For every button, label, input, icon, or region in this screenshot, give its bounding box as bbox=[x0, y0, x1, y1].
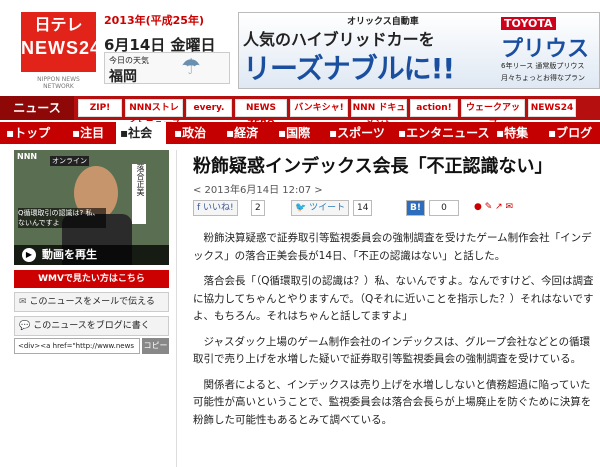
logo-text-1: 日テレ bbox=[34, 17, 83, 34]
channel-nnn-document[interactable]: NNN ドキュメント bbox=[351, 99, 407, 129]
video-side-caption: 落合正美 bbox=[132, 164, 146, 224]
play-video-label: 動画を再生 bbox=[42, 248, 97, 261]
share-icons[interactable]: ● ✎ ↗ ✉ bbox=[471, 200, 516, 216]
tab-blog[interactable]: ▪ブログ bbox=[544, 122, 600, 144]
category-nav: ▪トップ ▪注目 ▪社会 ▪政治 ▪経済 ▪国際 ▪スポーツ ▪エンタニュース … bbox=[0, 122, 600, 144]
channel-straight-news[interactable]: NNNストレイトニュース bbox=[125, 99, 183, 129]
tab-seiji[interactable]: ▪政治 bbox=[170, 122, 218, 144]
date-weather-box: 2013年(平成25年) 6月14日 金曜日 今日の天気 福岡 ☂ bbox=[104, 12, 232, 86]
video-overlay-title: オンライン bbox=[50, 156, 89, 166]
article-paragraph: 落合会長「（Q循環取引の認識は？）私、ないんですよ。なんですけど、今回は調査に協… bbox=[193, 275, 594, 322]
facebook-like-button[interactable]: f いいね! bbox=[193, 200, 238, 216]
tab-chumoku[interactable]: ▪注目 bbox=[68, 122, 116, 144]
ntv-news24-logo[interactable]: 日テレ NEWS24 bbox=[21, 12, 102, 72]
ad-fine: 月々ちょっとお得なプラン bbox=[501, 74, 585, 82]
hatena-count: 0 bbox=[429, 200, 459, 216]
play-video-button[interactable]: ▶ 動画を再生 bbox=[14, 245, 169, 265]
share-blog-label: このニュースをブログに書く bbox=[33, 321, 150, 331]
tab-tokushu[interactable]: ▪特集 bbox=[492, 122, 544, 144]
article-body: 粉飾決算疑惑で証券取引等監視委員会の強制調査を受けたゲーム制作会社「インデックス… bbox=[193, 230, 598, 437]
tab-seiji-label: 政治 bbox=[182, 126, 207, 140]
nnn-logo: NNN bbox=[17, 152, 38, 161]
weather-label: 今日の天気 bbox=[109, 56, 149, 65]
article-title: 粉飾疑惑インデックス会長「不正認識ない」 bbox=[193, 156, 553, 177]
weather-widget[interactable]: 今日の天気 福岡 ☂ bbox=[104, 52, 230, 85]
copy-button[interactable]: コピー bbox=[142, 338, 169, 354]
year-text: 2013年(平成25年) bbox=[104, 14, 204, 27]
facebook-icon: f bbox=[197, 203, 201, 213]
mail-icon: ✉ bbox=[19, 297, 27, 307]
share-mail-link[interactable]: ✉ このニュースをメールで伝える bbox=[14, 292, 169, 312]
tab-tokushu-label: 特集 bbox=[504, 126, 529, 140]
weather-city: 福岡 bbox=[109, 69, 137, 85]
ad-line2: リーズナブルに!! bbox=[243, 52, 455, 85]
speech-bubble-icon: 💬 bbox=[19, 321, 31, 331]
logo-subtitle: NIPPON NEWS NETWORK bbox=[37, 76, 80, 90]
tab-top-label: トップ bbox=[14, 126, 51, 140]
social-buttons: f いいね! 2 🐦 ツイート 14 B! 0 ● ✎ ↗ ✉ bbox=[193, 200, 598, 220]
like-label: いいね! bbox=[203, 203, 234, 213]
share-blog-link[interactable]: 💬 このニュースをブログに書く bbox=[14, 316, 169, 336]
tab-kokusai[interactable]: ▪国際 bbox=[274, 122, 322, 144]
tab-entertainment-label: エンタニュース bbox=[406, 126, 490, 140]
news-label[interactable]: ニュース bbox=[0, 96, 74, 120]
share-mail-label: このニュースをメールで伝える bbox=[29, 297, 155, 307]
ad-brand: TOYOTA bbox=[501, 17, 556, 30]
tab-top[interactable]: ▪トップ bbox=[0, 122, 62, 144]
column-divider bbox=[176, 150, 177, 467]
tab-chumoku-label: 注目 bbox=[80, 126, 105, 140]
cloud-rain-icon: ☂ bbox=[181, 55, 201, 80]
tab-shakai[interactable]: ▪社会 bbox=[116, 122, 166, 144]
twitter-icon: 🐦 bbox=[295, 203, 307, 213]
article-paragraph: 粉飾決算疑惑で証券取引等監視委員会の強制調査を受けたゲーム制作会社「インデックス… bbox=[193, 232, 592, 262]
program-nav: ニュース ZIP! NNNストレイトニュース every. NEWS ZERO … bbox=[0, 96, 600, 129]
tab-blog-label: ブログ bbox=[556, 126, 593, 140]
article-paragraph: 関係者によると、インデックスは売り上げを水増ししないと債務超過に陥っていた可能性… bbox=[193, 378, 592, 426]
channel-bankisha[interactable]: バンキシャ! bbox=[290, 99, 348, 117]
channel-news24[interactable]: NEWS24 bbox=[528, 99, 576, 117]
site-header: 日テレ NEWS24 NIPPON NEWS NETWORK 2013年(平成2… bbox=[0, 0, 600, 95]
tab-keizai[interactable]: ▪経済 bbox=[222, 122, 270, 144]
banner-ad[interactable]: オリックス自動車 人気のハイブリッドカーを リーズナブルに!! TOYOTA プ… bbox=[238, 12, 600, 89]
video-player[interactable]: NNN オンライン 落合正美 Q循環取引の認識は? 私、ないんですよ ▶ 動画を再… bbox=[14, 150, 169, 265]
channel-action[interactable]: action! bbox=[410, 99, 458, 117]
ad-note: 6年リース 通常版プリウス bbox=[501, 62, 585, 70]
article-paragraph: ジャスダック上場のゲーム制作会社のインデックスは、グループ会社などとの循環取引で… bbox=[193, 335, 591, 366]
tab-entertainment[interactable]: ▪エンタニュース bbox=[394, 122, 492, 144]
tweet-count: 14 bbox=[353, 200, 373, 216]
wmv-link[interactable]: WMVで見たい方はこちら bbox=[14, 270, 169, 288]
article: 粉飾疑惑インデックス会長「不正認識ない」 < 2013年6月14日 12:07 … bbox=[183, 150, 600, 467]
tab-keizai-label: 経済 bbox=[234, 126, 259, 140]
channel-zip[interactable]: ZIP! bbox=[78, 99, 122, 117]
tab-sports-label: スポーツ bbox=[337, 126, 385, 140]
tab-sports[interactable]: ▪スポーツ bbox=[325, 122, 391, 144]
article-datetime: < 2013年6月14日 12:07 > bbox=[193, 185, 323, 196]
like-count: 2 bbox=[251, 200, 265, 216]
channel-news-zero[interactable]: NEWS ZERO bbox=[235, 99, 287, 129]
embed-code-field[interactable]: <div><a href="http://www.news bbox=[14, 338, 140, 354]
video-caption: Q循環取引の認識は? 私、ないんですよ bbox=[18, 208, 106, 228]
tweet-label: ツイート bbox=[309, 203, 346, 213]
left-column: NNN オンライン 落合正美 Q循環取引の認識は? 私、ないんですよ ▶ 動画を再… bbox=[14, 150, 169, 467]
channel-wakeup[interactable]: ウェークアップ bbox=[461, 99, 525, 129]
channel-every[interactable]: every. bbox=[186, 99, 232, 117]
ad-product: プリウス bbox=[501, 37, 590, 62]
tab-kokusai-label: 国際 bbox=[286, 126, 311, 140]
play-icon: ▶ bbox=[22, 248, 36, 262]
tab-shakai-label: 社会 bbox=[128, 126, 153, 140]
hatena-bookmark-button[interactable]: B! bbox=[406, 200, 425, 216]
tweet-button[interactable]: 🐦 ツイート bbox=[291, 200, 350, 216]
logo-text-2: NEWS24 bbox=[21, 38, 102, 58]
